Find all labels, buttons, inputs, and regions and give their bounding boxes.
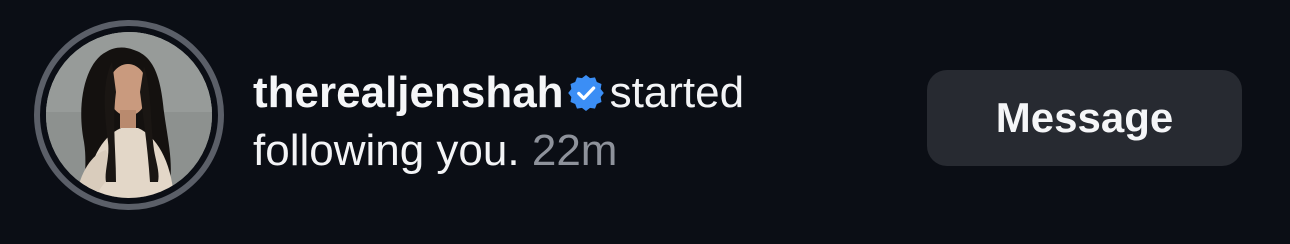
message-button[interactable]: Message: [927, 70, 1242, 166]
username-link[interactable]: therealjenshah: [253, 68, 564, 117]
avatar-photo: [46, 32, 212, 198]
notification-text: therealjenshah started following you. 22…: [253, 64, 873, 180]
verified-badge-icon: [567, 75, 604, 111]
timestamp: 22m: [531, 126, 618, 175]
avatar[interactable]: [46, 32, 212, 198]
follow-notification-row[interactable]: therealjenshah started following you. 22…: [0, 0, 1290, 244]
avatar-ring[interactable]: [34, 20, 224, 210]
